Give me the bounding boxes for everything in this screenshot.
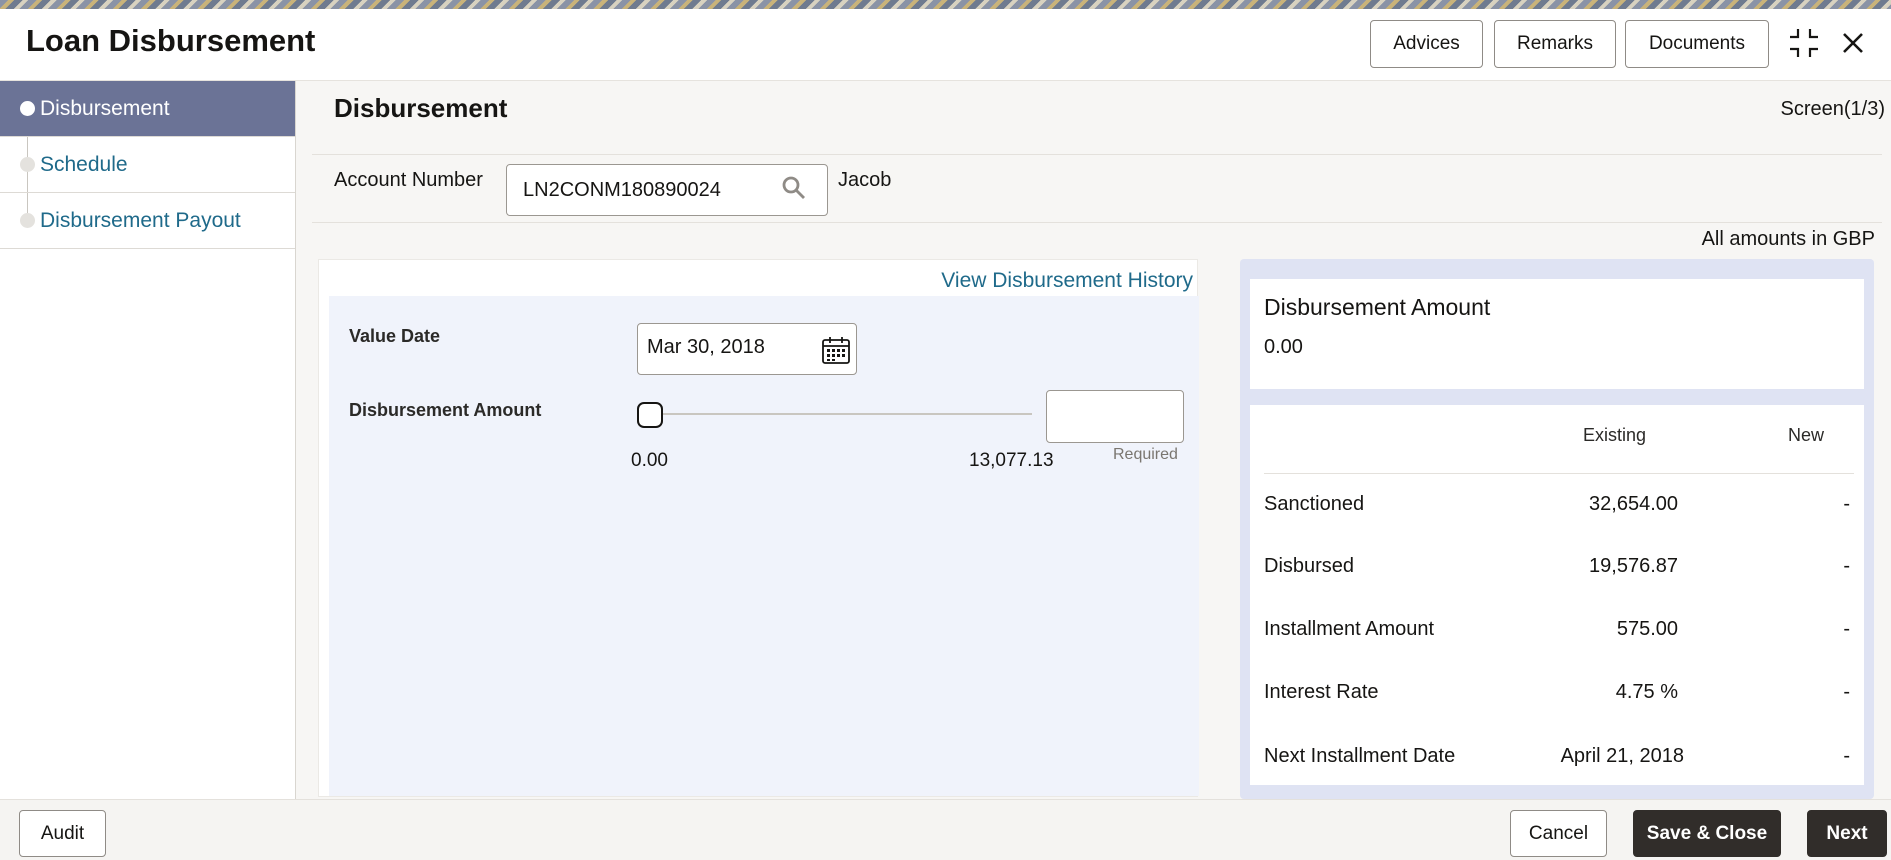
cancel-button[interactable]: Cancel — [1510, 810, 1607, 857]
main-content: Disbursement Screen(1/3) Account Number … — [296, 81, 1891, 799]
audit-button[interactable]: Audit — [19, 810, 106, 857]
value-date-value: Mar 30, 2018 — [647, 336, 765, 358]
remarks-button[interactable]: Remarks — [1494, 20, 1616, 68]
column-header-existing: Existing — [1583, 425, 1647, 445]
row-label: Disbursed — [1264, 555, 1355, 577]
sidebar-item-label: Disbursement — [40, 96, 170, 120]
value-date-label: Value Date — [349, 326, 441, 346]
account-number-label: Account Number — [334, 169, 483, 191]
close-icon[interactable] — [1835, 25, 1871, 61]
footer: Audit Cancel Save & Close Next — [0, 799, 1891, 860]
minimize-window-icon[interactable] — [1786, 25, 1822, 61]
save-and-close-button[interactable]: Save & Close — [1633, 810, 1781, 857]
account-number-input[interactable]: LN2CONM180890024 — [506, 164, 828, 216]
account-number-value: LN2CONM180890024 — [523, 178, 721, 201]
disbursement-amount-slider-handle[interactable] — [637, 402, 663, 428]
section-title: Disbursement — [334, 93, 508, 123]
advices-button[interactable]: Advices — [1370, 20, 1483, 68]
table-row: Sanctioned 32,654.00 - — [1250, 493, 1864, 533]
search-icon[interactable] — [781, 175, 807, 201]
divider — [312, 222, 1882, 223]
step-dot-icon — [20, 101, 35, 116]
summary-panel: Disbursement Amount 0.00 Existing New Sa… — [1240, 259, 1874, 799]
table-row: Interest Rate 4.75 % - — [1250, 681, 1864, 721]
view-disbursement-history-link[interactable]: View Disbursement History — [941, 269, 1193, 293]
calendar-icon[interactable] — [820, 334, 852, 366]
row-new-value: - — [1843, 555, 1850, 577]
account-holder-name: Jacob — [838, 169, 892, 191]
row-new-value: - — [1843, 681, 1850, 703]
value-date-input[interactable]: Mar 30, 2018 — [637, 323, 857, 375]
sidebar-item-schedule[interactable]: Schedule — [0, 137, 295, 193]
row-existing-value: 19,576.87 — [1589, 555, 1678, 577]
required-hint: Required — [1113, 446, 1178, 463]
step-dot-icon — [20, 157, 35, 172]
row-existing-value: 32,654.00 — [1589, 493, 1678, 515]
sidebar-item-disbursement-payout[interactable]: Disbursement Payout — [0, 193, 295, 249]
loan-summary-table: Existing New Sanctioned 32,654.00 - Disb… — [1250, 405, 1864, 785]
row-label: Installment Amount — [1264, 618, 1435, 640]
column-header-new: New — [1788, 425, 1825, 445]
top-banner-strip — [0, 0, 1891, 9]
screen-indicator: Screen(1/3) — [1780, 98, 1886, 120]
row-label: Next Installment Date — [1264, 745, 1456, 767]
table-row: Installment Amount 575.00 - — [1250, 618, 1864, 658]
divider — [312, 154, 1882, 155]
window-title: Loan Disbursement — [26, 23, 316, 58]
documents-button[interactable]: Documents — [1625, 20, 1769, 68]
slider-max-value: 13,077.13 — [969, 450, 1054, 471]
table-row: Disbursed 19,576.87 - — [1250, 555, 1864, 595]
disbursement-form-panel: View Disbursement History Value Date Mar… — [318, 259, 1199, 797]
disbursement-amount-slider-track[interactable] — [641, 413, 1032, 415]
sidebar-item-label: Schedule — [40, 152, 128, 176]
next-button[interactable]: Next — [1807, 810, 1887, 857]
row-new-value: - — [1843, 745, 1850, 767]
row-existing-value: 4.75 % — [1615, 681, 1678, 703]
row-new-value: - — [1843, 493, 1850, 515]
step-dot-icon — [20, 213, 35, 228]
table-row: Next Installment Date April 21, 2018 - — [1250, 745, 1864, 785]
slider-min-value: 0.00 — [631, 450, 668, 471]
sidebar-item-disbursement[interactable]: Disbursement — [0, 81, 295, 137]
disbursement-amount-input[interactable] — [1046, 390, 1184, 443]
disbursement-amount-title: Disbursement Amount — [1264, 294, 1491, 320]
row-label: Sanctioned — [1264, 493, 1365, 515]
header: Loan Disbursement Advices Remarks Docume… — [0, 9, 1891, 81]
sidebar-item-label: Disbursement Payout — [40, 208, 241, 232]
row-new-value: - — [1843, 618, 1850, 640]
disbursement-amount-value: 0.00 — [1264, 336, 1303, 358]
disbursement-amount-card: Disbursement Amount 0.00 — [1250, 279, 1864, 389]
disbursement-amount-label: Disbursement Amount — [349, 400, 542, 420]
row-existing-value: 575.00 — [1616, 618, 1678, 640]
divider — [1264, 473, 1854, 474]
row-existing-value: April 21, 2018 — [1560, 745, 1684, 767]
row-label: Interest Rate — [1264, 681, 1379, 703]
currency-note: All amounts in GBP — [1701, 228, 1875, 250]
sidebar: Disbursement Schedule Disbursement Payou… — [0, 81, 296, 799]
form-area: Value Date Mar 30, 2018 Disbursement Amo… — [329, 296, 1199, 796]
